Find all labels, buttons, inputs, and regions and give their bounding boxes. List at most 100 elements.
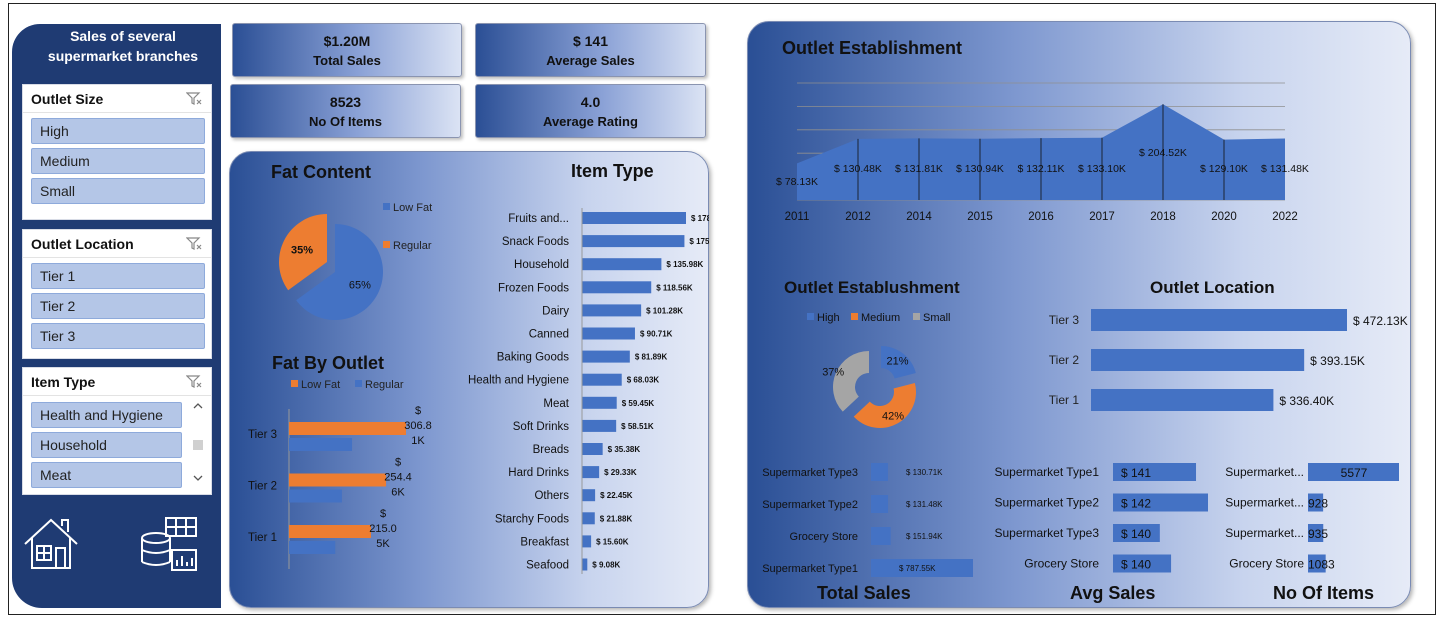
- data-label: $ 140: [1121, 527, 1151, 541]
- category-label: Supermarket Type3: [762, 467, 858, 479]
- pie-data-label: 35%: [291, 244, 313, 256]
- bar: [582, 535, 592, 548]
- data-label: $ 131.48K: [1261, 163, 1309, 175]
- data-label: $ 130.48K: [834, 163, 882, 175]
- kpi-label: Average Rating: [543, 114, 638, 129]
- data-label: 935: [1308, 527, 1328, 541]
- category-label: Breads: [533, 444, 570, 456]
- data-label: $ 336.40K: [1279, 394, 1334, 408]
- category-label: Supermarket...: [1225, 496, 1304, 510]
- dashboard-title: Sales of several supermarket branches: [30, 26, 216, 66]
- total-sales-bar-chart: Supermarket Type3 $ 130.71K Supermarket Ty…: [762, 463, 973, 577]
- data-label: $ 101.28K: [646, 306, 683, 315]
- slicer-item-meat[interactable]: Meat: [31, 462, 182, 488]
- data-label: 6K: [391, 487, 405, 499]
- slicer-item-household[interactable]: Household: [31, 432, 182, 458]
- slicer-title: Outlet Location: [31, 235, 134, 252]
- x-tick-label: 2011: [785, 211, 810, 223]
- slicer-item-tier-3[interactable]: Tier 3: [31, 323, 205, 349]
- bar-regular: [289, 541, 336, 554]
- kpi-label: No Of Items: [309, 114, 382, 129]
- data-label: $: [380, 508, 386, 520]
- category-label: Supermarket Type1: [762, 563, 858, 575]
- slicer-item-high[interactable]: High: [31, 118, 205, 144]
- middle-charts: 65% 35% Low Fat Regular Fruits and... $ 178.…: [248, 202, 709, 574]
- category-label: Health and Hygiene: [468, 375, 569, 387]
- data-label: $ 472.13K: [1353, 314, 1408, 328]
- legend-swatch: [383, 241, 390, 248]
- x-tick-label: 2014: [906, 211, 932, 223]
- bar: [1091, 349, 1305, 371]
- data-label: $ 131.48K: [906, 500, 943, 509]
- kpi-total-sales: $1.20M Total Sales: [232, 23, 462, 77]
- donut-data-label: 37%: [822, 367, 844, 379]
- legend-label: Regular: [393, 240, 432, 252]
- avg-sales-bar-chart: Supermarket Type1 $ 141 Supermarket Type2 $…: [994, 463, 1208, 573]
- category-label: Tier 1: [248, 532, 277, 544]
- category-label: Canned: [529, 329, 569, 341]
- no-of-items-bar-chart: Supermarket... 5577 Supermarket... 928 Super…: [1225, 463, 1399, 573]
- category-label: Soft Drinks: [513, 421, 569, 433]
- category-label: Breakfast: [520, 536, 569, 548]
- data-label: $ 118.56K: [656, 283, 693, 292]
- kpi-value: 4.0: [580, 94, 601, 110]
- slicer-scrollbar[interactable]: [191, 400, 205, 486]
- data-label: $ 9.08K: [592, 561, 620, 570]
- legend-label: Low Fat: [301, 379, 340, 391]
- slicer-item-small[interactable]: Small: [31, 178, 205, 204]
- category-label: Tier 3: [1049, 313, 1080, 327]
- house-icon: [24, 518, 78, 569]
- kpi-value: $1.20M: [323, 33, 371, 49]
- data-label: $ 140: [1121, 558, 1151, 572]
- slicer-item-tier-1[interactable]: Tier 1: [31, 263, 205, 289]
- legend-swatch: [355, 380, 362, 387]
- category-label: Supermarket Type2: [762, 499, 858, 511]
- clear-filter-icon[interactable]: [186, 236, 202, 251]
- pie-data-label: 65%: [349, 280, 371, 292]
- clear-filter-icon[interactable]: [186, 374, 202, 389]
- data-label: 254.4: [384, 472, 412, 484]
- x-tick-label: 2017: [1089, 211, 1115, 223]
- bar: [582, 489, 596, 502]
- category-label: Tier 1: [1049, 393, 1080, 407]
- bar-regular: [289, 489, 342, 503]
- outlet-establishment-area-chart: 2011 $ 78.13K 2012 $ 130.48K 2014 $ 131.81K 20…: [776, 82, 1309, 223]
- bar: [871, 495, 889, 513]
- database-grid-icon: [141, 517, 197, 571]
- bar: [582, 443, 603, 455]
- category-label: Supermarket...: [1225, 465, 1304, 479]
- slicer-item-health-and-hygiene[interactable]: Health and Hygiene: [31, 402, 182, 428]
- bar: [582, 512, 595, 525]
- bar: [1091, 389, 1274, 411]
- title-line-1: Sales of several: [70, 28, 176, 44]
- kpi-no-of-items: 8523 No Of Items: [230, 84, 461, 138]
- bar: [1091, 309, 1347, 331]
- slicer-item-medium[interactable]: Medium: [31, 148, 205, 174]
- data-label: $ 141: [1121, 466, 1151, 480]
- bar-regular: [289, 438, 353, 451]
- right-charts: 2011 $ 78.13K 2012 $ 130.48K 2014 $ 131.81K 20…: [762, 82, 1408, 577]
- bar: [871, 463, 888, 481]
- slicer-item-tier-2[interactable]: Tier 2: [31, 293, 205, 319]
- bar-low-fat: [289, 473, 387, 487]
- outlet-location-bar-chart: Tier 3 $ 472.13K Tier 2 $ 393.15K Tier 1 $ 33…: [1049, 309, 1408, 411]
- bar: [582, 304, 642, 317]
- legend-swatch: [291, 380, 298, 387]
- data-label: $ 58.51K: [621, 422, 654, 431]
- x-tick-label: 2012: [845, 211, 871, 223]
- bar: [582, 350, 630, 363]
- data-label: $ 131.81K: [895, 163, 943, 175]
- category-label: Household: [514, 259, 569, 271]
- item-type-bar-chart: Fruits and... $ 178.12K Snack Foods $ 175.4…: [468, 208, 709, 574]
- data-label: $ 81.89K: [635, 353, 668, 362]
- data-label: $ 133.10K: [1078, 163, 1126, 175]
- data-label: $ 178.12K: [691, 214, 709, 223]
- category-label: Supermarket Type1: [994, 465, 1099, 479]
- legend-label: Regular: [365, 379, 404, 391]
- clear-filter-icon[interactable]: [186, 91, 202, 106]
- data-label: 928: [1308, 497, 1328, 511]
- data-label: $ 135.98K: [666, 260, 703, 269]
- kpi-label: Total Sales: [313, 53, 381, 68]
- slicer-item-type: Item Type Health and Hygiene Household M…: [22, 367, 212, 495]
- legend-label: Low Fat: [393, 202, 432, 214]
